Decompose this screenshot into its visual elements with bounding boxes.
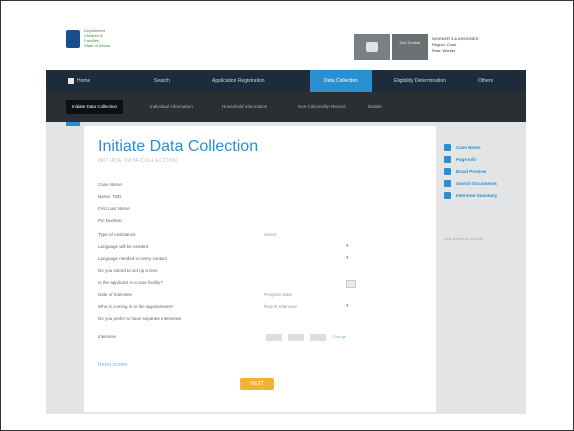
reset-screen-link[interactable]: Reset screen <box>98 362 127 368</box>
tab-non-citizenship-record[interactable]: Non-Citizenship Record <box>298 100 346 114</box>
page-subtitle: INITIATE DATA COLLECTION <box>98 158 178 164</box>
nav-item-others[interactable]: Others <box>478 70 493 92</box>
last-saved-note: Last Saved by Worker <box>444 236 484 241</box>
toolbar-button-label: Dial Toolbar <box>399 40 421 45</box>
interview-date-label: Date of Interview <box>98 292 132 297</box>
change-time-link[interactable]: Change <box>332 334 346 339</box>
home-icon <box>68 77 74 84</box>
nav-item-label: Home <box>77 78 91 84</box>
nav-item-home[interactable]: Home <box>68 70 90 92</box>
care-facility-label: Is the applicant in a care facility? <box>98 280 164 285</box>
assistance-type-select[interactable]: Select <box>264 232 277 237</box>
interview-label: Interview <box>98 334 117 339</box>
agency-logo-text: Department Children & Families State of … <box>84 28 134 48</box>
set-up-time-label: Do you intend to set up a time <box>98 268 158 273</box>
chevron-down-icon[interactable]: ▾ <box>346 243 349 249</box>
tab-details[interactable]: Details <box>368 100 382 114</box>
user-info-line: Role: Worker <box>432 48 456 53</box>
sidebar-item-label: Case Notes <box>456 145 481 150</box>
user-info: WORKER 3-6 ASSIGNED Region: Cook Role: W… <box>432 36 522 54</box>
agency-logo-icon[interactable] <box>66 30 80 48</box>
minute-field[interactable] <box>288 334 304 341</box>
separate-interviews-label: Do you prefer to have separate interview… <box>98 316 182 321</box>
sidebar-item-interview-summary[interactable]: Interview Summary <box>444 192 524 202</box>
email-icon <box>444 168 451 175</box>
nav-item-data-collection[interactable]: Data Collection <box>310 70 372 92</box>
language-every-contact-label: Language needed in every contact <box>98 256 168 261</box>
tab-individual-information[interactable]: Individual Information <box>150 100 193 114</box>
main-nav: Home Search Application Registration Dat… <box>46 70 526 92</box>
application-page: Department Children & Families State of … <box>46 18 526 414</box>
data-collection-form: Initiate Data Collection INITIATE DATA C… <box>84 126 436 412</box>
care-facility-dropdown[interactable] <box>346 280 356 288</box>
sub-nav: Initiate Data Collection Individual Info… <box>46 92 526 122</box>
site-header: Department Children & Families State of … <box>46 18 526 70</box>
notes-icon <box>444 144 451 151</box>
logo-line: State of Illinois <box>84 43 111 48</box>
sidebar-item-page-info[interactable]: Page Info <box>444 156 524 166</box>
language-needed-label: Language will be needed <box>98 244 149 249</box>
name-label: Name: TBD <box>98 194 122 199</box>
hour-field[interactable] <box>266 334 282 341</box>
sidebar-item-email-preview[interactable]: Email Preview <box>444 168 524 178</box>
pin-number-label: Pin Number: <box>98 218 124 223</box>
camera-button[interactable] <box>354 34 390 60</box>
sidebar-item-label: Page Info <box>456 157 477 162</box>
first-last-name-label: First Last Name <box>98 206 130 211</box>
sidebar-item-label: Interview Summary <box>456 193 498 198</box>
assistance-type-label: Type of Assistance <box>98 232 136 237</box>
summary-icon <box>444 192 451 199</box>
search-icon <box>444 180 451 187</box>
sidebar-item-search-documents[interactable]: Search Documents <box>444 180 524 190</box>
report-interview-field[interactable]: Report Interview <box>264 304 297 309</box>
sidebar-item-case-notes[interactable]: Case Notes <box>444 144 524 154</box>
toolbar-button[interactable]: Dial Toolbar <box>392 34 428 60</box>
active-tab-marker <box>66 122 80 126</box>
ampm-field[interactable] <box>310 334 326 341</box>
chevron-down-icon[interactable]: ▾ <box>346 303 349 309</box>
next-button[interactable]: NEXT <box>240 378 274 390</box>
chevron-down-icon[interactable]: ▾ <box>346 255 349 261</box>
info-icon <box>444 156 451 163</box>
tab-household-information[interactable]: Household Information <box>222 100 267 114</box>
nav-item-eligibility[interactable]: Eligibility Determination <box>394 70 446 92</box>
tab-initiate-data-collection[interactable]: Initiate Data Collection <box>66 100 124 114</box>
page-title: Initiate Data Collection <box>98 138 259 155</box>
sidebar-item-label: Email Preview <box>456 169 487 174</box>
nav-item-application-registration[interactable]: Application Registration <box>212 70 265 92</box>
sidebar-item-label: Search Documents <box>456 181 497 186</box>
program-date-field[interactable]: Program Date <box>264 292 292 297</box>
case-name-label: Case Name: <box>98 182 124 187</box>
nav-item-search[interactable]: Search <box>154 70 170 92</box>
camera-icon <box>366 42 378 52</box>
appointment-attendee-label: Who is coming in to the appointment? <box>98 304 174 309</box>
